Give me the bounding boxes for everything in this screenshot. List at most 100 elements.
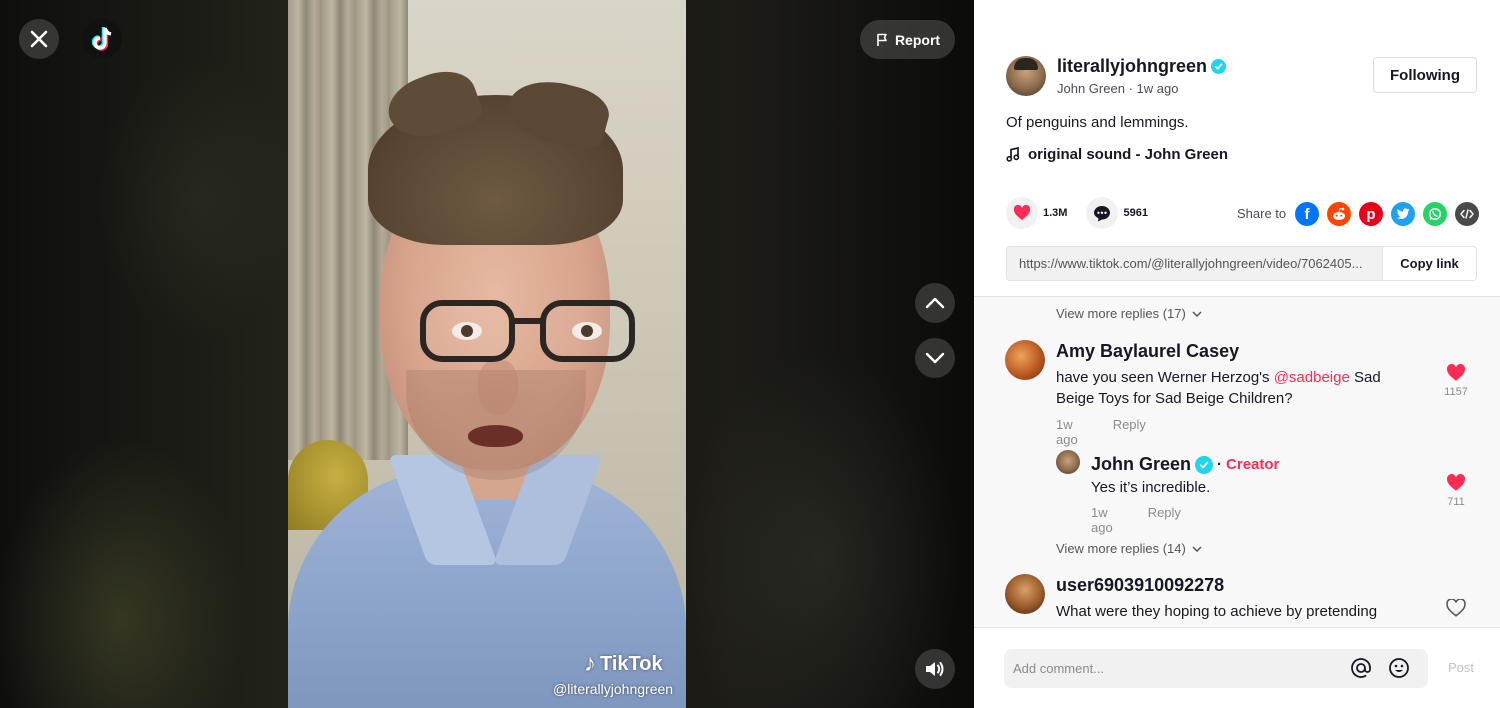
video-mouth [468,425,523,447]
like-button[interactable] [1006,197,1038,229]
report-button[interactable]: Report [860,20,955,59]
comment-text: What were they hoping to achieve by pret… [1056,603,1378,620]
whatsapp-icon [1428,207,1442,221]
comment-text-start: have you seen Werner Herzog's [1056,369,1274,386]
reply-name-row: John Green · Creator [1091,454,1279,475]
video-glasses [420,300,635,370]
pinterest-icon: p [1366,205,1376,223]
comment-like-button[interactable]: 1157 [1441,364,1471,398]
comment-text: have you seen Werner Herzog's @sadbeige … [1056,367,1411,409]
reply-time: 1w ago [1091,505,1113,535]
sound-name: original sound - John Green [1028,146,1229,163]
comments-list[interactable]: View more replies (17) Amy Baylaurel Cas… [974,296,1500,627]
video-frame[interactable]: ♪ TikTok @literallyjohngreen [288,0,686,708]
post-caption: Of penguins and lemmings. [1006,114,1189,131]
video-hair [368,95,623,245]
close-icon [30,30,48,48]
comment-bubble-icon [1094,205,1111,221]
facebook-share-button[interactable]: f [1295,202,1319,226]
embed-share-button[interactable] [1455,202,1479,226]
commenter-avatar[interactable] [1005,574,1045,614]
reply-text: Yes it’s incredible. [1091,479,1211,496]
comment-meta: 1w ago Reply [1056,417,1146,447]
commenter-name[interactable]: user6903910092278 [1056,575,1224,596]
creator-badge: Creator [1226,456,1280,473]
post-time: 1w ago [1136,81,1179,96]
tiktok-logo-icon [91,27,112,51]
post-button[interactable]: Post [1448,660,1474,675]
watermark-handle: @literallyjohngreen [553,681,674,697]
flag-icon [877,33,887,46]
reply-like-count: 711 [1447,496,1465,508]
reddit-share-button[interactable] [1327,202,1351,226]
reddit-icon [1333,207,1345,220]
creator-separator: · [1217,456,1223,473]
heart-icon [1013,205,1031,220]
video-eye-left [452,322,482,340]
comment-button[interactable] [1086,197,1119,229]
heart-filled-icon [1446,364,1466,381]
author-text: literallyjohngreen John Green · 1w ago [1057,56,1227,96]
commenter-name[interactable]: Amy Baylaurel Casey [1056,341,1239,362]
author-username[interactable]: literallyjohngreen [1057,56,1207,77]
previous-video-button[interactable] [915,283,955,323]
tiktok-logo-button[interactable] [82,19,122,59]
video-player-area: ♪ TikTok @literallyjohngreen Report [0,0,974,708]
view-more-replies-label: View more replies (17) [1056,306,1186,321]
chevron-down-icon [1192,545,1202,552]
author-display-name: John Green [1057,81,1125,96]
video-link-text[interactable]: https://www.tiktok.com/@literallyjohngre… [1007,256,1382,271]
sound-link[interactable]: original sound - John Green [1006,146,1228,163]
comment-like-count: 1157 [1444,386,1468,398]
view-more-replies-button[interactable]: View more replies (17) [1056,306,1202,321]
twitter-icon [1396,208,1410,219]
close-button[interactable] [19,19,59,59]
commenter-avatar[interactable] [1005,340,1045,380]
reply-meta: 1w ago Reply [1091,505,1181,535]
chevron-up-icon [925,297,945,309]
reply-author-name[interactable]: John Green [1091,454,1191,475]
music-note-icon [1006,147,1020,162]
emoji-icon[interactable] [1388,657,1410,679]
whatsapp-share-button[interactable] [1423,202,1447,226]
volume-button[interactable] [915,649,955,689]
video-glasses-bridge [510,318,544,324]
tiktok-watermark: ♪ TikTok [584,650,663,678]
reply-avatar[interactable] [1056,450,1080,474]
copy-link-button[interactable]: Copy link [1382,247,1476,280]
comment-mention[interactable]: @sadbeige [1274,369,1350,386]
reply-like-button[interactable]: 711 [1441,474,1471,508]
next-video-button[interactable] [915,338,955,378]
pinterest-share-button[interactable]: p [1359,202,1383,226]
facebook-icon: f [1304,205,1310,223]
author-info: literallyjohngreen John Green · 1w ago [1006,56,1227,96]
view-more-replies-label: View more replies (14) [1056,541,1186,556]
tiktok-watermark-text: TikTok [600,652,663,675]
video-link-box: https://www.tiktok.com/@literallyjohngre… [1006,246,1477,281]
report-label: Report [894,31,941,48]
comment-like-button[interactable] [1441,599,1471,617]
following-button[interactable]: Following [1373,57,1477,93]
twitter-share-button[interactable] [1391,202,1415,226]
share-icons: f p [1295,202,1479,226]
verified-badge-icon [1195,455,1214,474]
author-username-row: literallyjohngreen [1057,56,1227,77]
meta-separator: · [1128,81,1137,96]
video-eye-right [572,322,602,340]
embed-code-icon [1460,209,1474,219]
share-label: Share to [1237,206,1287,221]
reply-button[interactable]: Reply [1113,417,1146,447]
volume-icon [926,662,944,676]
mention-at-icon[interactable] [1350,657,1372,679]
chevron-down-icon [1192,310,1202,317]
view-more-replies-button[interactable]: View more replies (14) [1056,541,1202,556]
comment-count: 5961 [1123,207,1148,219]
details-panel: literallyjohngreen John Green · 1w ago F… [974,0,1500,708]
like-count: 1.3M [1043,207,1068,219]
chevron-down-icon [925,352,945,364]
author-meta: John Green · 1w ago [1057,81,1226,96]
verified-badge-icon [1211,59,1227,74]
author-avatar[interactable] [1006,56,1046,96]
comment-time: 1w ago [1056,417,1078,447]
reply-reply-button[interactable]: Reply [1148,505,1181,535]
